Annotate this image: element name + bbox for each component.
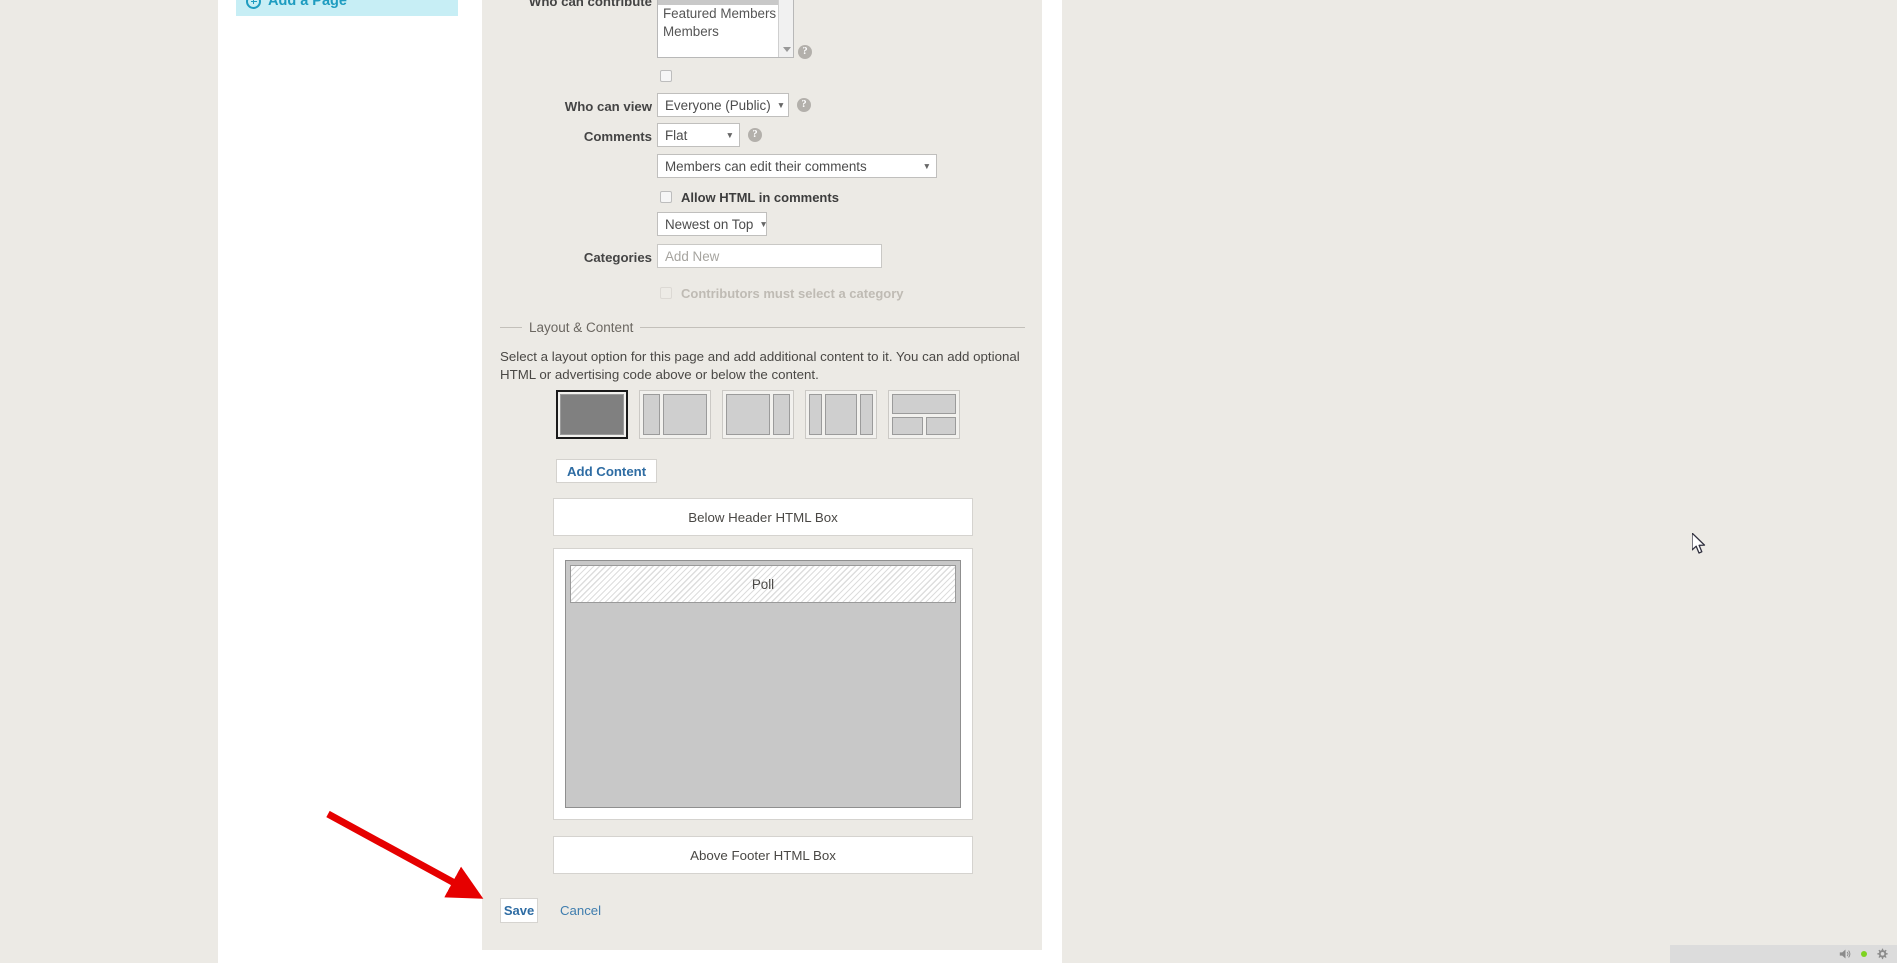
plus-circle-icon [246, 0, 261, 9]
screen-root: Add a Page Who can contribute Administra… [0, 0, 1897, 963]
add-content-button[interactable]: Add Content [556, 459, 658, 483]
layout-cell [726, 394, 770, 435]
layout-option-wide-left-narrow-right[interactable] [722, 390, 794, 439]
above-footer-html-box[interactable]: Above Footer HTML Box [553, 836, 973, 874]
layout-cell [773, 394, 790, 435]
layout-cell [809, 394, 822, 435]
listbox-option[interactable]: Featured Members [658, 5, 793, 23]
comments-select[interactable]: Flat ▼ [657, 123, 740, 147]
allow-html-label: Allow HTML in comments [681, 190, 839, 205]
layout-cell-row [892, 417, 956, 435]
allow-html-checkbox[interactable] [660, 191, 672, 203]
comment-edit-select[interactable]: Members can edit their comments ▼ [657, 154, 937, 178]
layout-options [556, 390, 960, 439]
layout-cell-group [892, 394, 956, 435]
left-gutter [0, 0, 218, 963]
layout-option-header-two-columns[interactable] [888, 390, 960, 439]
sidebar-item-add-a-page[interactable]: Add a Page [236, 0, 458, 16]
below-header-html-box[interactable]: Below Header HTML Box [553, 498, 973, 536]
taskbar [1670, 945, 1897, 963]
comment-order-select[interactable]: Newest on Top ▼ [657, 212, 768, 236]
categories-input[interactable]: Add New [657, 244, 882, 268]
comments-value: Flat [665, 127, 688, 143]
layout-option-single-column[interactable] [556, 390, 628, 439]
gear-icon[interactable] [1876, 948, 1888, 960]
layout-cell [643, 394, 660, 435]
who-can-contribute-listbox[interactable]: Administrators Featured Members Members [657, 0, 794, 58]
layout-cell [825, 394, 857, 435]
poll-content-block[interactable]: Poll [553, 548, 973, 820]
unlabeled-checkbox[interactable] [660, 70, 672, 82]
listbox-option[interactable]: Members [658, 23, 793, 41]
layout-section-description: Select a layout option for this page and… [500, 349, 1020, 382]
comments-label: Comments [583, 129, 652, 144]
layout-cell [560, 394, 624, 435]
require-category-checkbox[interactable] [660, 287, 672, 299]
legend-text: Layout & Content [529, 320, 634, 335]
sidebar: Add a Page [218, 0, 482, 963]
comment-edit-value: Members can edit their comments [665, 158, 867, 174]
layout-option-three-column[interactable] [805, 390, 877, 439]
scroll-down-arrow-icon[interactable] [782, 47, 791, 52]
save-button[interactable]: Save [500, 898, 538, 923]
poll-inner-area: Poll [565, 560, 961, 808]
listbox-scrollbar[interactable] [778, 0, 793, 57]
require-category-label: Contributors must select a category [681, 286, 904, 301]
who-can-view-value: Everyone (Public) [665, 97, 771, 113]
chevron-down-icon: ▼ [922, 161, 931, 171]
green-status-dot [1861, 951, 1867, 957]
speaker-icon[interactable] [1839, 948, 1852, 960]
layout-option-narrow-left-wide-right[interactable] [639, 390, 711, 439]
poll-header-bar[interactable]: Poll [570, 565, 956, 603]
chevron-down-icon: ▼ [776, 100, 786, 110]
categories-label: Categories [583, 250, 652, 265]
chevron-down-icon: ▼ [759, 219, 768, 229]
sidebar-item-label: Add a Page [268, 0, 347, 9]
help-icon[interactable]: ? [798, 45, 812, 59]
layout-cell [892, 394, 956, 414]
who-can-contribute-label: Who can contribute [528, 0, 652, 9]
help-icon[interactable]: ? [797, 98, 811, 112]
layout-cell [892, 417, 923, 435]
right-background-area [1062, 0, 1897, 963]
layout-cell [663, 394, 707, 435]
who-can-view-select[interactable]: Everyone (Public) ▼ [657, 93, 789, 117]
layout-content-legend: Layout & Content [500, 320, 1025, 335]
comment-order-value: Newest on Top [665, 216, 754, 232]
legend-line-right [640, 327, 1025, 328]
legend-line-left [500, 327, 522, 328]
cancel-link[interactable]: Cancel [560, 903, 601, 918]
layout-cell [860, 394, 873, 435]
help-icon[interactable]: ? [748, 128, 762, 142]
who-can-view-label: Who can view [564, 99, 652, 114]
chevron-down-icon: ▼ [725, 130, 734, 140]
layout-cell [925, 417, 956, 435]
